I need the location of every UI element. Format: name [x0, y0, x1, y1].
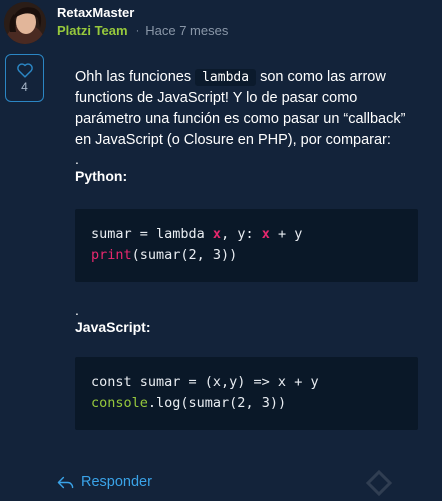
reply-label: Responder — [81, 474, 152, 490]
watermark-icon — [365, 469, 393, 501]
separator-dot: . — [75, 151, 79, 167]
like-button[interactable]: 4 — [5, 54, 44, 102]
avatar-image — [4, 2, 46, 44]
python-code-line-1: sumar = lambda x, y: x + y — [91, 226, 303, 242]
js-code-line-2: console.log(sumar(2, 3)) — [91, 395, 287, 411]
comment-body: Ohh las funciones lambda son como las ar… — [75, 67, 425, 185]
reply-button[interactable]: Responder — [57, 474, 152, 490]
python-code-line-2: print(sumar(2, 3)) — [91, 247, 238, 263]
javascript-code-block: const sumar = (x,y) => x + y console.log… — [75, 357, 418, 430]
python-label: Python: — [75, 168, 128, 184]
author-name[interactable]: RetaxMaster — [57, 5, 134, 20]
reply-arrow-icon — [57, 476, 74, 488]
comment-text-intro: Ohh las funciones — [75, 69, 196, 85]
meta-separator: · — [135, 24, 140, 37]
avatar[interactable] — [4, 2, 46, 44]
separator-dot-2: . — [75, 302, 79, 318]
heart-icon — [16, 63, 33, 78]
python-code-block: sumar = lambda x, y: x + y print(sumar(2… — [75, 209, 418, 282]
js-intro: . JavaScript: — [75, 302, 425, 336]
team-badge: Platzi Team — [57, 23, 128, 38]
comment-text: Ohh las funciones lambda son como las ar… — [75, 67, 425, 151]
author-meta: Platzi Team · Hace 7 meses — [57, 23, 228, 38]
like-count: 4 — [21, 80, 28, 94]
timestamp: Hace 7 meses — [145, 23, 229, 38]
javascript-label: JavaScript: — [75, 319, 151, 335]
inline-code: lambda — [195, 69, 257, 86]
js-code-line-1: const sumar = (x,y) => x + y — [91, 374, 319, 390]
comment-header: RetaxMaster Platzi Team · Hace 7 meses — [0, 0, 442, 48]
